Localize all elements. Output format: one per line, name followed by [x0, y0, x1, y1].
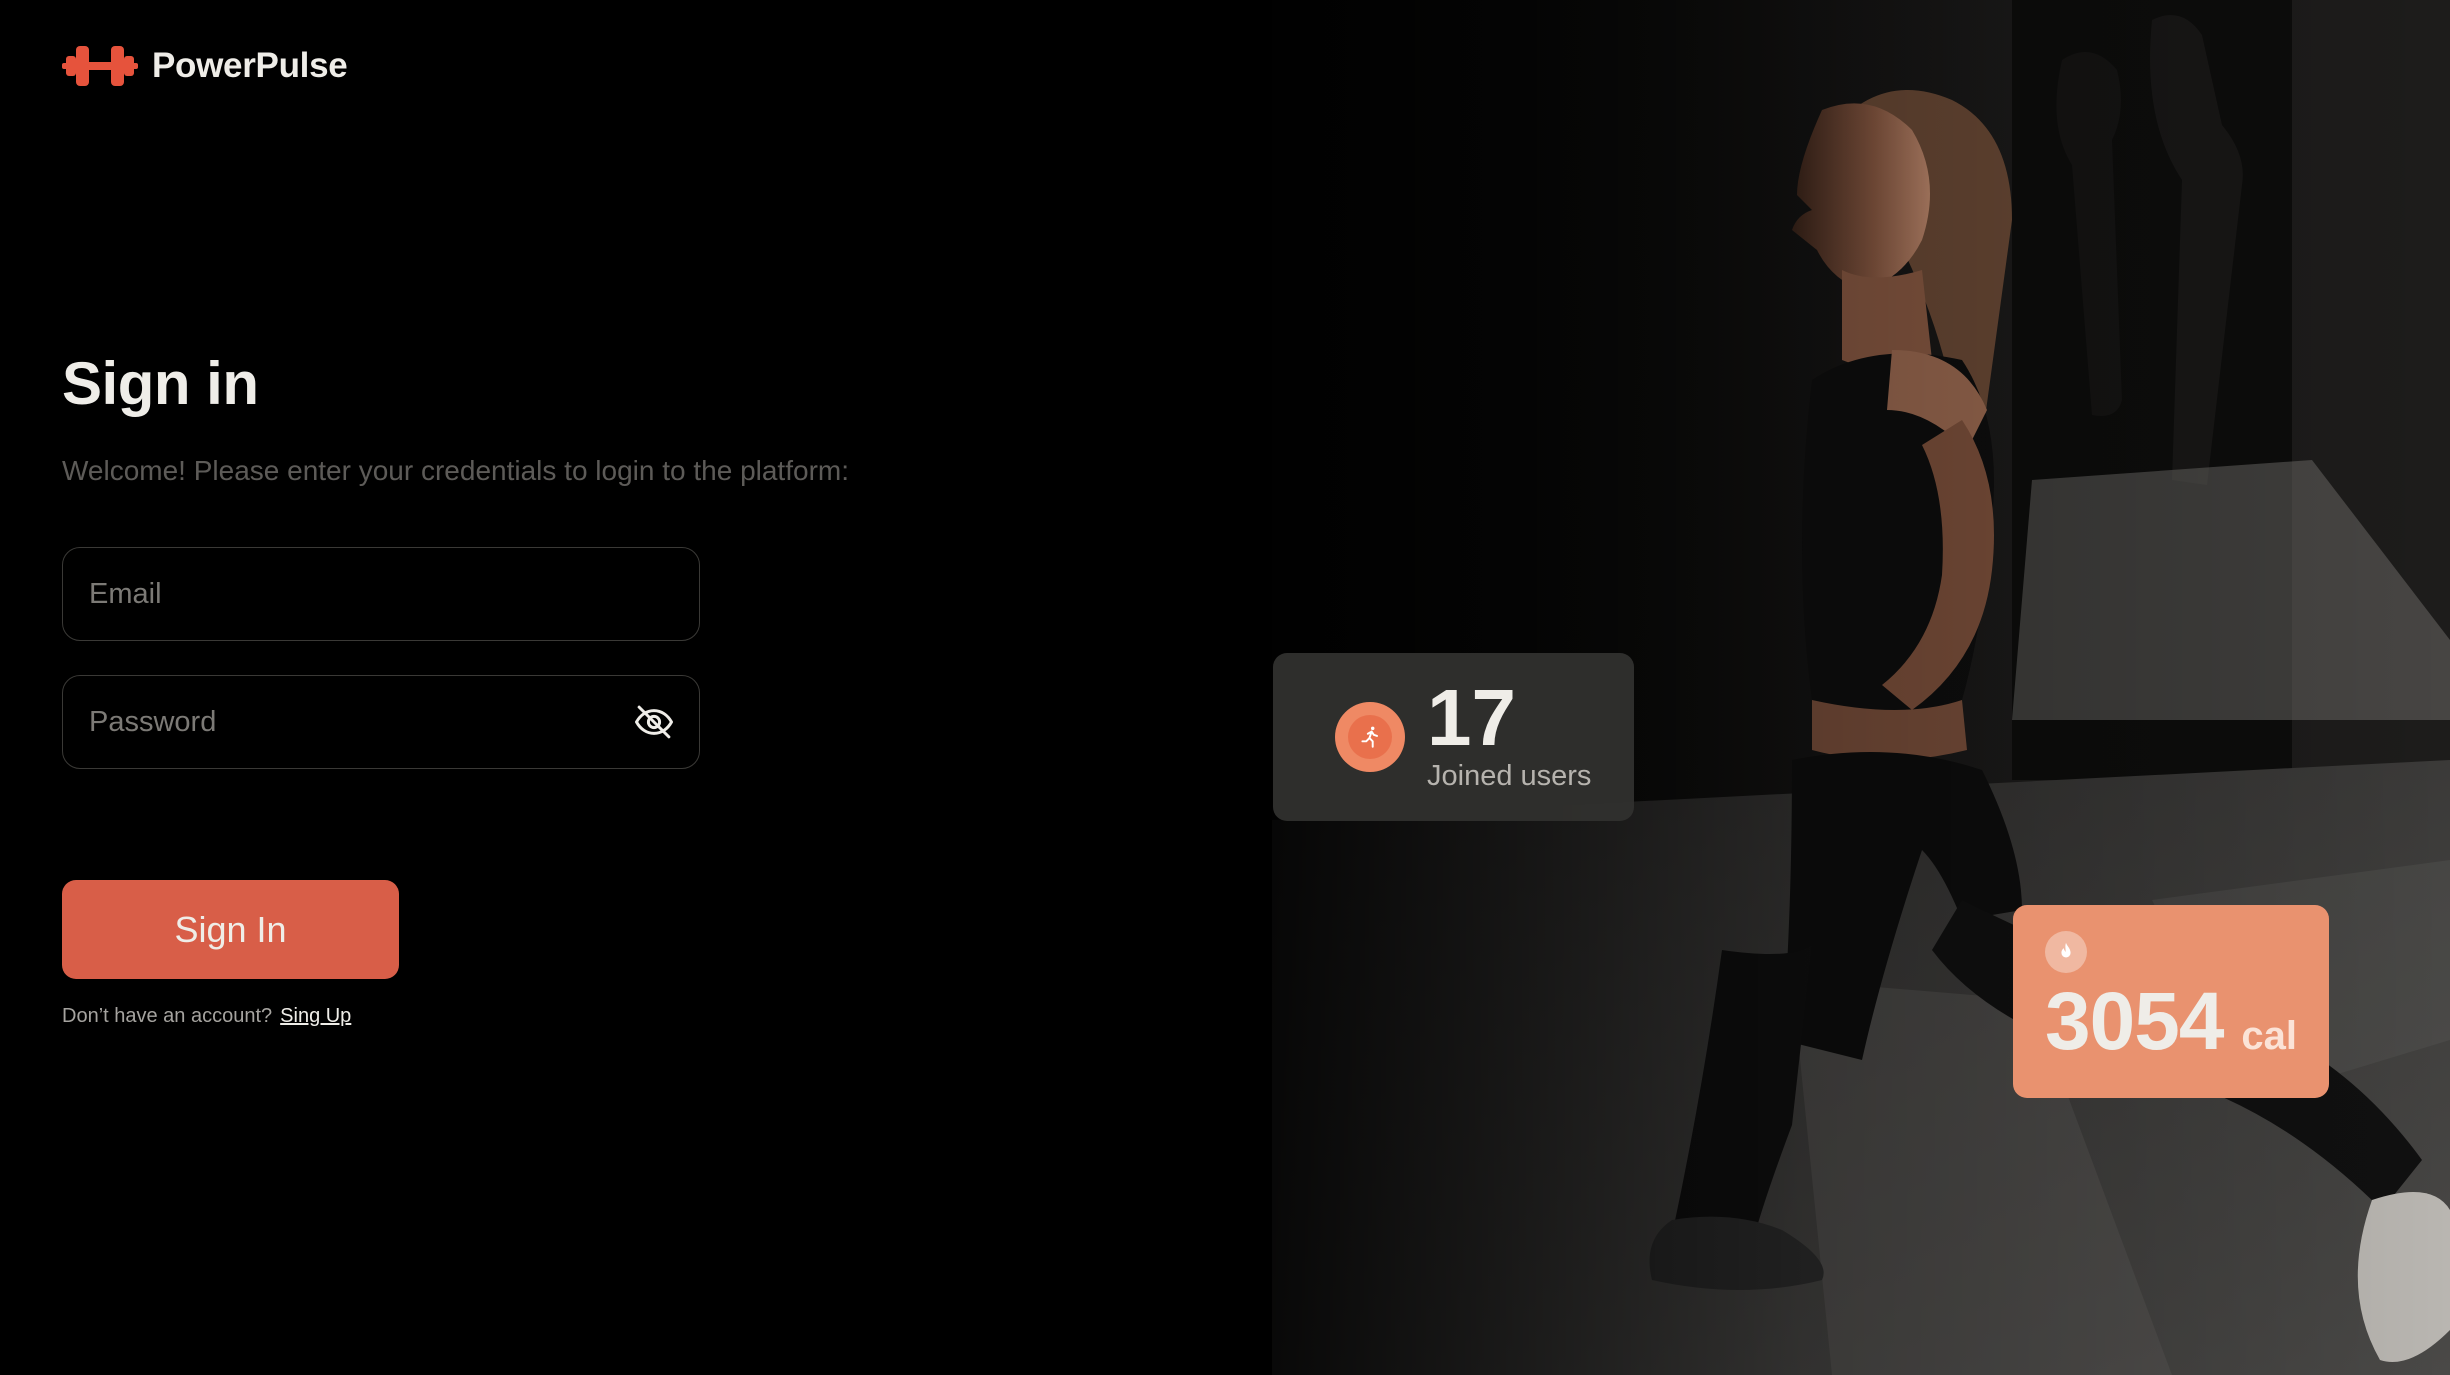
sign-in-panel: PowerPulse Sign in Welcome! Please enter…: [0, 0, 1272, 1375]
calories-unit: cal: [2241, 1014, 2298, 1058]
joined-users-card: 17 Joined users: [1273, 653, 1634, 821]
dumbbell-icon: [62, 46, 138, 86]
brand-name: PowerPulse: [152, 46, 348, 85]
sign-in-button[interactable]: Sign In: [62, 880, 399, 979]
joined-users-count: 17: [1427, 673, 1516, 762]
users-icon-badge: [1335, 702, 1405, 772]
email-input[interactable]: [87, 576, 675, 612]
running-person-icon: [1361, 726, 1379, 748]
joined-users-label: Joined users: [1427, 760, 1592, 792]
brand-logo[interactable]: PowerPulse: [62, 44, 348, 88]
eye-off-icon: [635, 705, 673, 739]
flame-icon: [2061, 942, 2071, 958]
page-subtitle: Welcome! Please enter your credentials t…: [62, 455, 849, 486]
calories-value: 3054: [2045, 976, 2224, 1067]
page-title: Sign in: [62, 350, 259, 417]
password-input[interactable]: [87, 704, 629, 740]
sign-up-link[interactable]: Sing Up: [280, 1001, 351, 1031]
sign-in-page: PowerPulse Sign in Welcome! Please enter…: [0, 0, 2450, 1375]
signup-question: Don’t have an account?: [62, 1005, 273, 1027]
email-field: [62, 547, 700, 641]
calories-card: 3054 cal: [2013, 905, 2329, 1098]
flame-icon-badge: [2045, 931, 2087, 973]
signup-prompt: Don’t have an account? Sing Up: [62, 1001, 351, 1031]
password-visibility-toggle[interactable]: [629, 697, 679, 747]
password-field: [62, 675, 700, 769]
